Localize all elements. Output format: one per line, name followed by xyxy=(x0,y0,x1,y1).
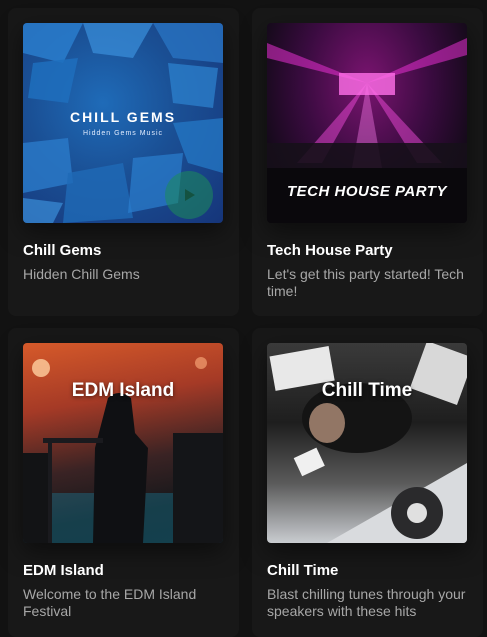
playlist-description: Blast chilling tunes through your speake… xyxy=(267,586,466,619)
playlist-description: Hidden Chill Gems xyxy=(23,266,140,282)
cover-title: TECH HOUSE PARTY xyxy=(287,183,447,200)
playlist-title[interactable]: Chill Gems xyxy=(23,242,101,259)
playlist-card-chill-gems[interactable]: CHILL GEMS Hidden Gems Music Chill Gems … xyxy=(8,8,239,316)
playlist-cover-chill-time: Chill Time xyxy=(267,343,467,543)
playlist-cover-tech-house-party: TECH HOUSE PARTY xyxy=(267,23,467,223)
cover-subtitle: Hidden Gems Music xyxy=(82,130,164,137)
playlist-title[interactable]: Chill Time xyxy=(267,562,338,579)
playlist-cover-edm-island: EDM Island xyxy=(23,343,223,543)
dj-silhouette-artwork xyxy=(23,357,223,543)
play-icon xyxy=(185,189,195,201)
cover-title: CHILL GEMS xyxy=(69,109,177,125)
playlist-card-tech-house-party[interactable]: TECH HOUSE PARTY Tech House Party Let's … xyxy=(252,8,483,316)
dj-turntable-artwork xyxy=(269,343,467,543)
playlist-card-chill-time[interactable]: Chill Time Chill Time Blast chilling tun… xyxy=(252,328,483,637)
playlist-card-edm-island[interactable]: EDM Island EDM Island Welcome to the EDM… xyxy=(8,328,239,637)
cover-title: EDM Island xyxy=(71,380,175,401)
playlist-cover-chill-gems: CHILL GEMS Hidden Gems Music xyxy=(23,23,223,223)
playlist-grid: CHILL GEMS Hidden Gems Music Chill Gems … xyxy=(0,0,487,637)
playlist-description: Welcome to the EDM Island Festival xyxy=(23,586,197,619)
playlist-title[interactable]: EDM Island xyxy=(23,562,104,579)
play-button[interactable] xyxy=(165,171,213,219)
playlist-description: Let's get this party started! Tech time! xyxy=(267,266,464,299)
playlist-title[interactable]: Tech House Party xyxy=(267,242,393,259)
cover-title: Chill Time xyxy=(321,380,413,401)
